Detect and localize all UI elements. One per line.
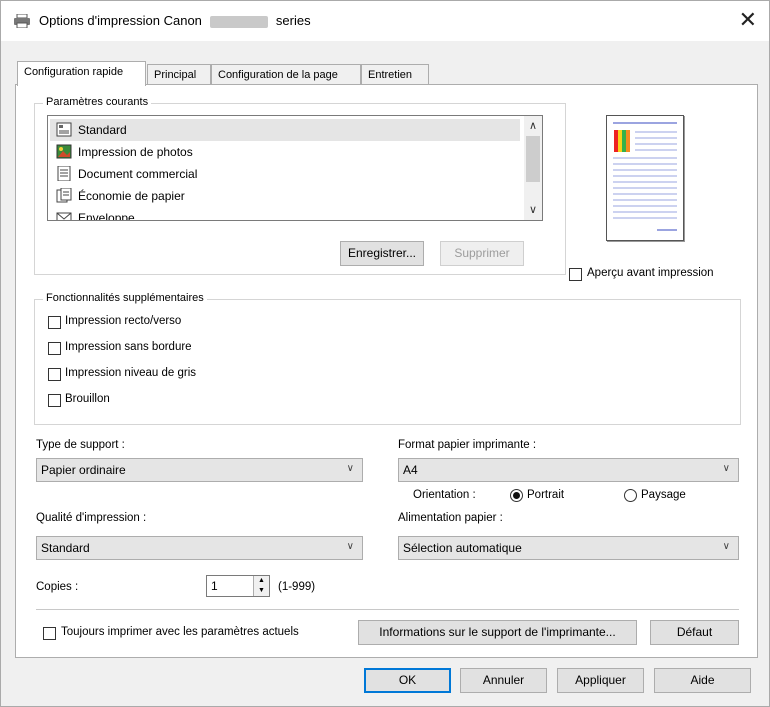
tab-configuration-rapide[interactable]: Configuration rapide xyxy=(17,61,146,86)
draft-checkbox[interactable] xyxy=(48,394,61,407)
borderless-checkbox[interactable] xyxy=(48,342,61,355)
list-item-paper-saving[interactable]: Économie de papier xyxy=(50,185,520,207)
media-info-button[interactable]: Informations sur le support de l'imprima… xyxy=(358,620,637,645)
always-print-label: Toujours imprimer avec les paramètres ac… xyxy=(61,626,299,638)
always-print-checkbox[interactable] xyxy=(43,627,56,640)
close-icon[interactable]: ✕ xyxy=(739,7,757,33)
page-preview-icon xyxy=(613,122,677,231)
scroll-up-icon[interactable]: ∧ xyxy=(527,120,539,132)
list-item-label: Document commercial xyxy=(78,167,198,181)
copies-value: 1 xyxy=(211,579,218,593)
copies-label: Copies : xyxy=(36,581,79,593)
orientation-label: Orientation : xyxy=(413,489,476,501)
redacted-model-name xyxy=(209,15,268,28)
scroll-thumb[interactable] xyxy=(526,136,540,182)
list-item-photo[interactable]: Impression de photos xyxy=(50,141,520,163)
list-item-label: Impression de photos xyxy=(78,145,193,159)
grayscale-label: Impression niveau de gris xyxy=(65,367,197,379)
current-settings-label: Paramètres courants xyxy=(43,96,152,108)
list-item-label: Standard xyxy=(78,123,127,137)
photo-icon xyxy=(56,144,72,159)
standard-icon xyxy=(56,122,72,137)
print-options-window: Options d'impression Canon series ✕ Confi… xyxy=(0,0,770,707)
paper-source-label: Alimentation papier : xyxy=(398,512,503,524)
paper-source-value: Sélection automatique xyxy=(403,541,522,555)
landscape-radio[interactable] xyxy=(624,489,637,502)
duplex-label: Impression recto/verso xyxy=(65,315,182,327)
window-title-prefix: Options d'impression Canon xyxy=(39,13,202,28)
delete-button[interactable]: Supprimer xyxy=(440,241,524,266)
paper-saving-icon xyxy=(56,188,72,203)
landscape-label: Paysage xyxy=(641,489,686,501)
portrait-label: Portrait xyxy=(527,489,565,501)
settings-listbox[interactable]: Standard Impression de photos Document c… xyxy=(47,115,543,221)
window-title: Options d'impression Canon series xyxy=(39,13,311,28)
tab-principal[interactable]: Principal xyxy=(147,64,211,85)
list-item-label: Enveloppe xyxy=(78,211,135,221)
save-button[interactable]: Enregistrer... xyxy=(340,241,424,266)
list-item-label: Économie de papier xyxy=(78,189,185,203)
chevron-down-icon: ∨ xyxy=(722,463,730,474)
tab-configuration-page[interactable]: Configuration de la page xyxy=(211,64,361,85)
duplex-checkbox[interactable] xyxy=(48,316,61,329)
copies-input[interactable]: 1 ▲ ▼ xyxy=(206,575,270,597)
media-type-label: Type de support : xyxy=(36,439,125,451)
grayscale-checkbox[interactable] xyxy=(48,368,61,381)
chevron-down-icon: ∨ xyxy=(722,541,730,552)
copies-stepper[interactable]: ▲ ▼ xyxy=(253,576,269,596)
page-size-value: A4 xyxy=(403,463,418,477)
print-quality-value: Standard xyxy=(41,541,90,555)
paper-source-select[interactable]: Sélection automatique ∨ xyxy=(398,536,739,560)
cancel-button[interactable]: Annuler xyxy=(460,668,547,693)
draft-label: Brouillon xyxy=(65,393,110,405)
apply-button[interactable]: Appliquer xyxy=(557,668,644,693)
stepper-down-icon[interactable]: ▼ xyxy=(254,586,269,596)
ok-button[interactable]: OK xyxy=(364,668,451,693)
print-quality-select[interactable]: Standard ∨ xyxy=(36,536,363,560)
media-type-value: Papier ordinaire xyxy=(41,463,126,477)
additional-features-label: Fonctionnalités supplémentaires xyxy=(43,292,207,304)
scroll-down-icon[interactable]: ∨ xyxy=(527,204,539,216)
print-quality-label: Qualité d'impression : xyxy=(36,512,147,524)
tab-panel: Paramètres courants Standard Impression … xyxy=(15,84,758,658)
window-title-suffix: series xyxy=(275,13,311,28)
divider xyxy=(36,609,739,610)
list-item-envelope[interactable]: Enveloppe xyxy=(50,207,520,221)
list-scrollbar[interactable]: ∧ ∨ xyxy=(524,116,542,220)
borderless-label: Impression sans bordure xyxy=(65,341,192,353)
additional-features-group: Fonctionnalités supplémentaires Impressi… xyxy=(34,292,741,425)
preview-checkbox[interactable] xyxy=(569,268,582,281)
help-button[interactable]: Aide xyxy=(654,668,751,693)
preview-label: Aperçu avant impression xyxy=(587,267,714,279)
current-settings-group: Paramètres courants Standard Impression … xyxy=(34,96,566,275)
page-size-select[interactable]: A4 ∨ xyxy=(398,458,739,482)
printer-icon xyxy=(14,14,30,28)
envelope-icon xyxy=(56,212,72,220)
chevron-down-icon: ∨ xyxy=(346,541,354,552)
chevron-down-icon: ∨ xyxy=(346,463,354,474)
tab-entretien[interactable]: Entretien xyxy=(361,64,429,85)
list-item-document[interactable]: Document commercial xyxy=(50,163,520,185)
list-item-standard[interactable]: Standard xyxy=(50,119,520,141)
stepper-up-icon[interactable]: ▲ xyxy=(254,576,269,586)
page-size-label: Format papier imprimante : xyxy=(398,439,537,451)
title-bar: Options d'impression Canon series ✕ xyxy=(1,1,769,41)
default-button[interactable]: Défaut xyxy=(650,620,739,645)
document-icon xyxy=(57,166,71,181)
copies-range: (1-999) xyxy=(278,581,316,593)
media-type-select[interactable]: Papier ordinaire ∨ xyxy=(36,458,363,482)
page-preview xyxy=(606,115,684,241)
portrait-radio[interactable] xyxy=(510,489,523,502)
